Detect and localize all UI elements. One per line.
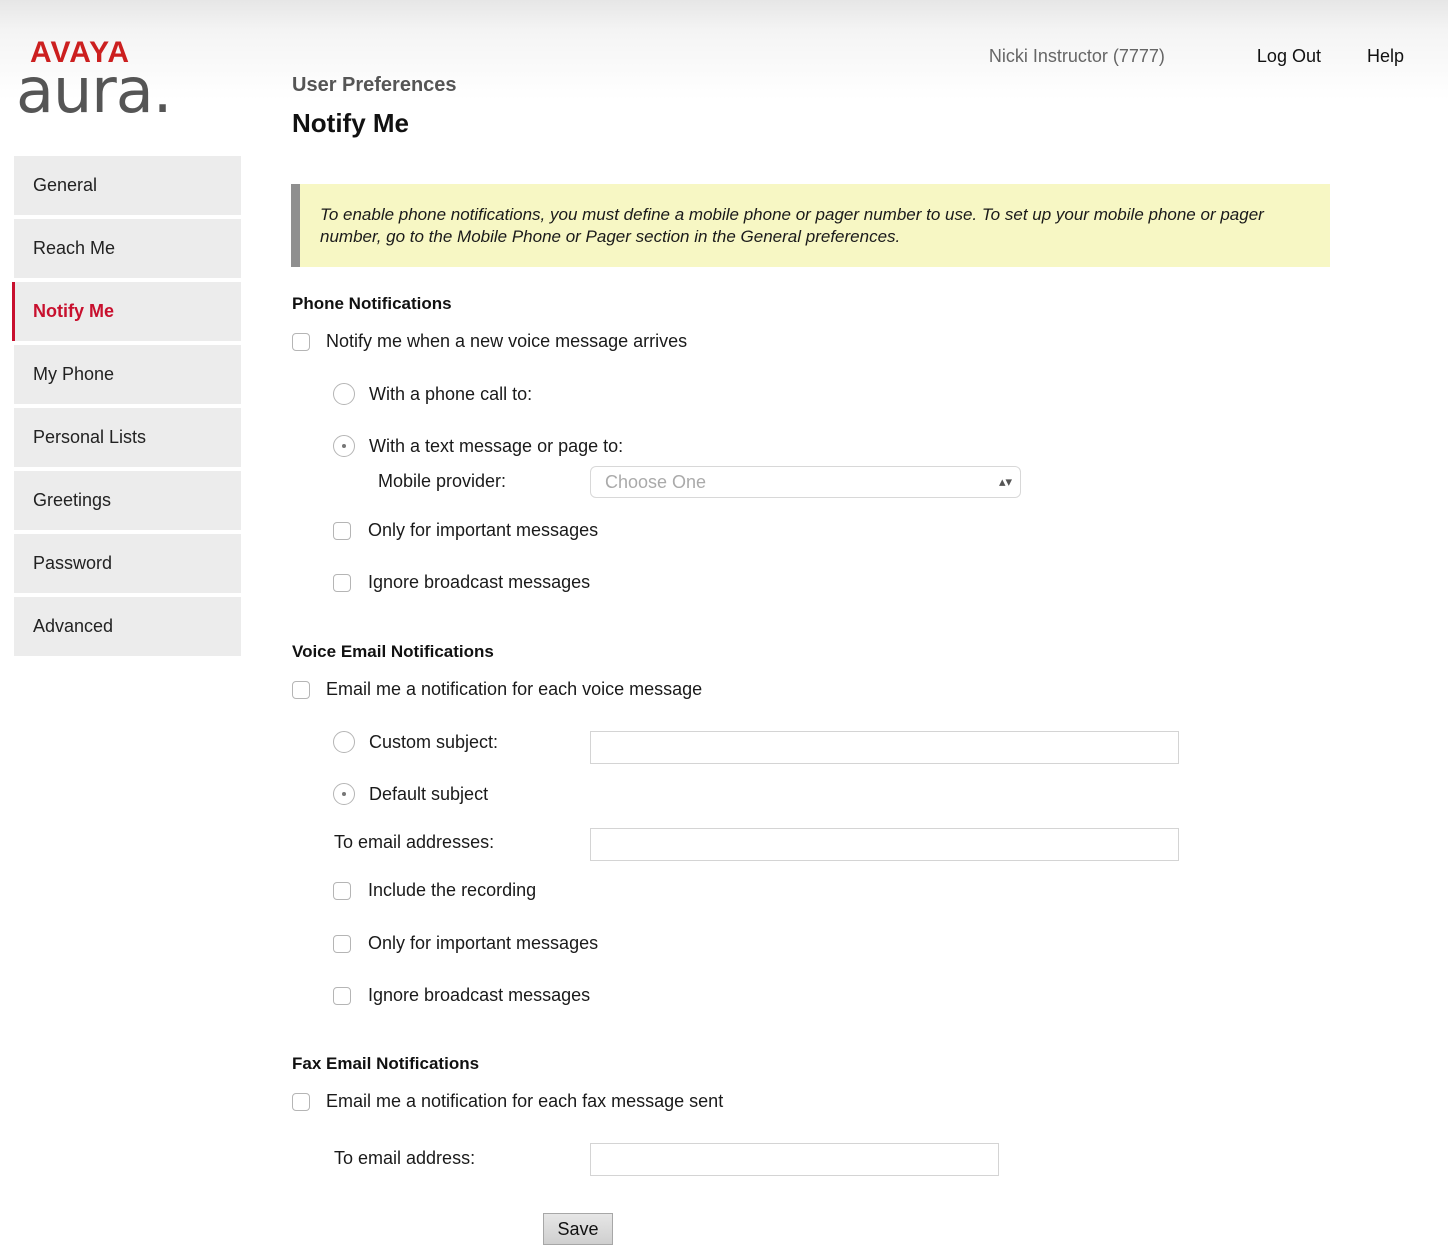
sidebar-item-my-phone[interactable]: My Phone [14, 345, 241, 404]
sidebar-item-label: Advanced [33, 616, 114, 636]
sidebar-item-label: Reach Me [33, 238, 116, 258]
mobile-provider-select[interactable]: Choose One ▴▾ [590, 466, 1021, 498]
logout-link[interactable]: Log Out [1257, 46, 1321, 67]
sidebar-item-label: Password [33, 553, 113, 573]
default-subject-label: Default subject [369, 783, 489, 804]
fax-email-heading: Fax Email Notifications [292, 1054, 480, 1073]
help-link[interactable]: Help [1367, 46, 1404, 67]
voice-email-me-checkbox[interactable] [292, 680, 310, 699]
to-email-addresses-input[interactable] [590, 828, 1179, 861]
top-nav: Nicki Instructor (7777) Log Out Help [989, 46, 1404, 67]
voice-ignore-broadcast-checkbox[interactable] [333, 986, 351, 1005]
default-subject-row: Default subject [333, 783, 488, 805]
phone-notice-banner: To enable phone notifications, you must … [291, 184, 1330, 267]
phone-call-row: With a phone call to: [333, 383, 532, 405]
voice-important-label: Only for important messages [368, 933, 599, 953]
phone-ignore-broadcast-label: Ignore broadcast messages [368, 572, 591, 592]
voice-email-me-label: Email me a notification for each voice m… [326, 679, 703, 699]
phone-call-radio[interactable] [333, 383, 355, 405]
include-recording-row: Include the recording [333, 880, 536, 901]
notify-new-voice-row: Notify me when a new voice message arriv… [292, 331, 687, 352]
sidebar-item-advanced[interactable]: Advanced [14, 597, 241, 656]
custom-subject-label: Custom subject: [369, 731, 499, 752]
voice-important-row: Only for important messages [333, 933, 598, 954]
text-message-label: With a text message or page to: [369, 435, 624, 456]
custom-subject-radio[interactable] [333, 731, 355, 753]
notify-new-voice-checkbox[interactable] [292, 332, 310, 351]
sidebar-item-notify-me[interactable]: Notify Me [12, 282, 241, 341]
voice-email-heading: Voice Email Notifications [292, 642, 494, 661]
custom-subject-row: Custom subject: [333, 731, 498, 753]
phone-important-row: Only for important messages [333, 520, 598, 541]
avaya-aura-logo: AVAYA aura. [16, 36, 246, 146]
sidebar-item-label: Greetings [33, 490, 112, 510]
fax-email-me-row: Email me a notification for each fax mes… [292, 1091, 723, 1112]
sidebar-item-label: Notify Me [33, 301, 114, 321]
voice-important-checkbox[interactable] [333, 934, 351, 953]
logo-product-text: aura. [16, 54, 172, 127]
mobile-provider-placeholder: Choose One [605, 472, 707, 492]
sidebar-item-label: My Phone [33, 364, 115, 384]
phone-important-checkbox[interactable] [333, 521, 351, 540]
sidebar-item-general[interactable]: General [14, 156, 241, 215]
fax-email-me-checkbox[interactable] [292, 1092, 310, 1111]
sidebar-item-label: General [33, 175, 98, 195]
fax-to-email-input[interactable] [590, 1143, 999, 1176]
sidebar-item-personal-lists[interactable]: Personal Lists [14, 408, 241, 467]
phone-call-label: With a phone call to: [369, 383, 533, 404]
voice-email-me-row: Email me a notification for each voice m… [292, 679, 702, 700]
custom-subject-input[interactable] [590, 731, 1179, 764]
voice-ignore-broadcast-row: Ignore broadcast messages [333, 985, 590, 1006]
breadcrumb: User Preferences [292, 74, 457, 96]
sidebar-item-greetings[interactable]: Greetings [14, 471, 241, 530]
phone-important-label: Only for important messages [368, 520, 599, 540]
page-title: Notify Me [292, 108, 409, 138]
mobile-provider-label: Mobile provider: [378, 471, 507, 491]
text-message-row: With a text message or page to: [333, 435, 623, 457]
user-name: Nicki Instructor (7777) [988, 46, 1165, 66]
include-recording-checkbox[interactable] [333, 881, 351, 900]
select-arrows-icon: ▴▾ [998, 474, 1012, 489]
sidebar-item-label: Personal Lists [33, 427, 147, 447]
sidebar: General Reach Me Notify Me My Phone Pers… [12, 156, 241, 660]
to-email-addresses-label: To email addresses: [334, 832, 495, 852]
fax-to-email-label: To email address: [334, 1148, 476, 1168]
fax-email-me-label: Email me a notification for each fax mes… [326, 1091, 724, 1111]
text-message-radio[interactable] [333, 435, 355, 457]
voice-ignore-broadcast-label: Ignore broadcast messages [368, 985, 591, 1005]
phone-ignore-broadcast-checkbox[interactable] [333, 573, 351, 592]
notify-new-voice-label: Notify me when a new voice message arriv… [326, 331, 688, 351]
include-recording-label: Include the recording [368, 880, 537, 900]
save-button[interactable]: Save [543, 1213, 613, 1245]
sidebar-item-password[interactable]: Password [14, 534, 241, 593]
default-subject-radio[interactable] [333, 783, 355, 805]
sidebar-item-reach-me[interactable]: Reach Me [14, 219, 241, 278]
phone-ignore-broadcast-row: Ignore broadcast messages [333, 572, 590, 593]
phone-notifications-heading: Phone Notifications [292, 294, 452, 313]
